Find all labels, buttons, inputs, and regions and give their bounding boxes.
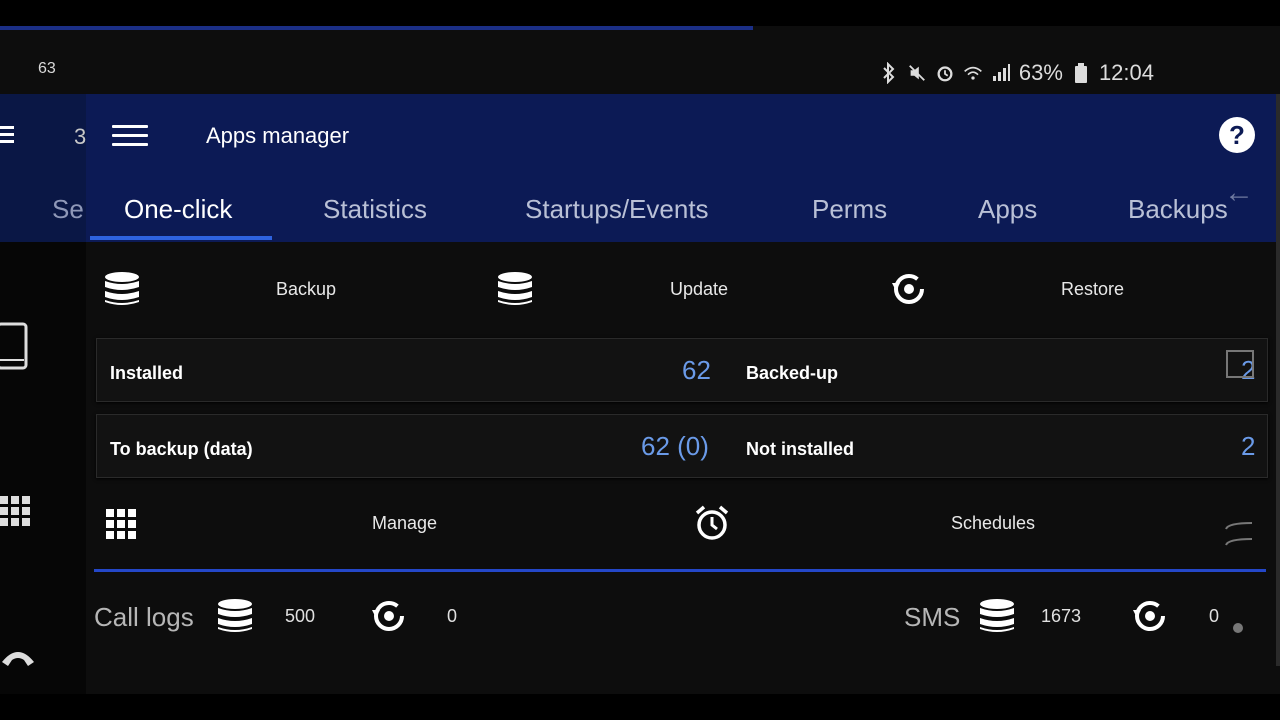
tab-apps[interactable]: Apps [978, 194, 1037, 225]
tab-statistics[interactable]: Statistics [323, 194, 427, 225]
battery-icon [1071, 62, 1091, 84]
scroll-indicator [1233, 623, 1243, 633]
stats-card-installed[interactable]: Installed 62 Backed-up 2 [96, 338, 1268, 402]
clock: 12:04 [1098, 60, 1154, 85]
tools-row: Manage Schedules [90, 493, 1270, 553]
section-divider [94, 569, 1266, 572]
alarm-icon [935, 62, 955, 84]
update-button[interactable]: Update [670, 279, 728, 300]
back-arrow-icon[interactable]: ← [1224, 176, 1254, 210]
restore-button[interactable]: Restore [1061, 279, 1124, 300]
sms-backup-icon[interactable] [979, 598, 1015, 634]
call-logs-restore-icon[interactable] [370, 598, 406, 634]
status-icons: 63% 12:04 [879, 60, 1154, 86]
tab-backups[interactable]: Backups [1128, 194, 1228, 225]
overlay-frame-icon [1226, 350, 1254, 378]
restore-icon[interactable] [890, 271, 926, 307]
tab-startups-events[interactable]: Startups/Events [525, 194, 709, 225]
bluetooth-icon [879, 62, 899, 84]
battery-percent: 63% [1018, 60, 1063, 85]
alarm-clock-icon[interactable] [694, 505, 730, 541]
peek-menu-icon [0, 126, 14, 143]
not-installed-value: 2 [1241, 431, 1256, 461]
tab-perms[interactable]: Perms [812, 194, 887, 225]
grid-icon[interactable] [106, 509, 136, 539]
peek-phone-icon [2, 652, 34, 666]
tablet-icon [0, 322, 28, 370]
scrollbar-track[interactable] [1276, 94, 1280, 666]
call-logs-backup-icon[interactable] [217, 598, 253, 634]
call-logs-label: Call logs [94, 602, 194, 632]
manage-button[interactable]: Manage [372, 513, 437, 534]
sms-label: SMS [904, 602, 961, 632]
schedules-button[interactable]: Schedules [951, 513, 1035, 534]
active-tab-indicator [90, 236, 272, 240]
call-logs-backup-count: 500 [285, 606, 316, 626]
notification-count: 63 [38, 60, 56, 77]
sms-backup-count: 1673 [1041, 606, 1082, 626]
notification-number: 63 [38, 60, 56, 77]
logs-row: Call logs 500 0 SMS 1673 0 [0, 592, 1280, 642]
stats-card-to-backup[interactable]: To backup (data) 62 (0) Not installed 2 [96, 414, 1268, 478]
sms-restore-icon[interactable] [1131, 598, 1167, 634]
installed-label: Installed [110, 363, 184, 383]
wifi-icon [963, 62, 983, 84]
backup-button[interactable]: Backup [276, 279, 336, 300]
menu-icon[interactable] [112, 125, 148, 147]
to-backup-value: 62 (0) [641, 431, 709, 461]
installed-value: 62 [682, 355, 711, 385]
mute-icon [907, 62, 927, 84]
to-backup-label: To backup (data) [110, 439, 253, 459]
database-update-icon[interactable] [497, 271, 533, 307]
tab-one-click[interactable]: One-click [124, 194, 232, 225]
call-logs-restore-count: 0 [447, 606, 458, 626]
help-icon[interactable]: ? [1219, 117, 1255, 153]
backed-up-label: Backed-up [746, 363, 839, 383]
page-title: Apps manager [206, 123, 350, 148]
signal-icon [991, 62, 1011, 84]
action-row: Backup Update Restore [90, 259, 1270, 319]
sms-restore-count: 0 [1209, 606, 1220, 626]
overlay-lines-icon [1225, 522, 1253, 546]
status-bar: 63 63% 12:04 [0, 30, 1280, 94]
not-installed-label: Not installed [746, 439, 855, 459]
tab-bar: One-click Statistics Startups/Events Per… [0, 190, 1280, 242]
peek-grid-icon [0, 496, 30, 526]
database-backup-icon[interactable] [104, 271, 140, 307]
peek-title-fragment: 3 [74, 124, 87, 149]
